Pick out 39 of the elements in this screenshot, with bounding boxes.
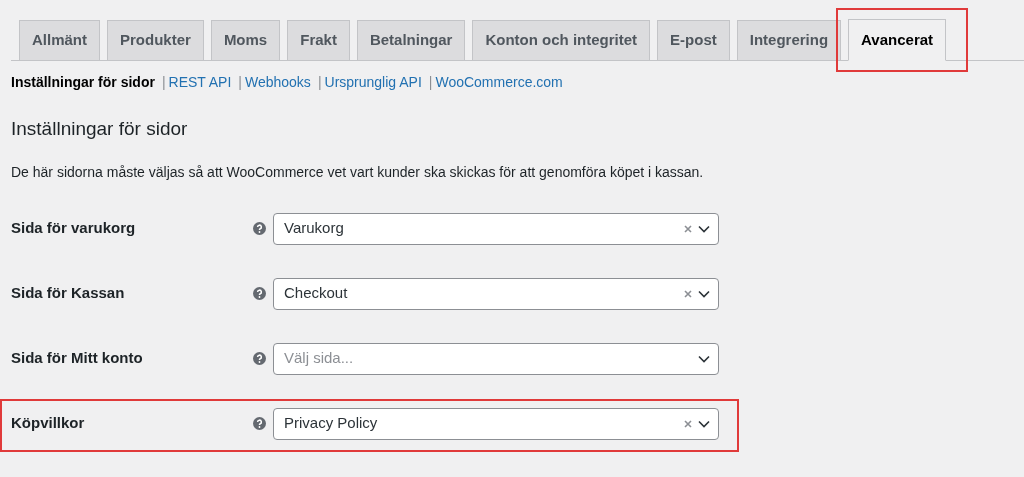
subsection-link[interactable]: Webhooks	[244, 71, 311, 93]
page-select[interactable]: Privacy Policy	[273, 407, 719, 440]
settings-tab[interactable]: Produkter	[107, 20, 204, 60]
setting-label: Köpvillkor	[11, 413, 86, 434]
setting-label: Sida för Kassan	[11, 283, 126, 304]
subsection-link[interactable]: Inställningar för sidor	[11, 71, 155, 93]
subsection-link[interactable]: WooCommerce.com	[435, 71, 563, 93]
settings-tab[interactable]: Integrering	[736, 20, 842, 60]
separator: |	[238, 72, 242, 92]
settings-tab[interactable]: Konton och integritet	[472, 20, 651, 60]
settings-tab[interactable]: E-post	[657, 20, 730, 60]
subsection-link[interactable]: Ursprunglig API	[324, 71, 422, 93]
chevron-down-icon	[698, 354, 710, 363]
chevron-down-icon	[698, 224, 710, 233]
page-select[interactable]: Varukorg	[273, 212, 719, 245]
help-icon[interactable]	[253, 222, 266, 235]
section-heading: Inställningar för sidor	[11, 117, 189, 141]
chevron-down-icon	[698, 289, 710, 298]
separator: |	[161, 72, 166, 92]
description: De här sidorna måste väljas så att WooCommerce vet vart kunder ska skickas för att genomföra köpet i kassan.	[11, 162, 705, 182]
settings-tab[interactable]: Moms	[210, 20, 281, 60]
clear-icon[interactable]	[684, 289, 692, 298]
clear-icon[interactable]	[684, 224, 692, 233]
settings-tab[interactable]: Betalningar	[356, 20, 466, 60]
settings-tab[interactable]: Frakt	[287, 20, 350, 60]
page-select[interactable]: Checkout	[273, 277, 719, 310]
separator: |	[317, 72, 322, 92]
settings-tab[interactable]: Avancerat	[848, 19, 947, 61]
clear-icon[interactable]	[684, 419, 692, 428]
separator: |	[428, 72, 433, 92]
settings-tab[interactable]: Allmänt	[19, 20, 100, 60]
subsection-link[interactable]: REST API	[168, 71, 232, 93]
page-select[interactable]: Välj sida...	[273, 342, 719, 375]
setting-label: Sida för varukorg	[11, 218, 137, 239]
help-icon[interactable]	[253, 417, 266, 430]
help-icon[interactable]	[253, 352, 266, 365]
setting-label: Sida för Mitt konto	[11, 348, 144, 369]
chevron-down-icon	[698, 419, 710, 428]
help-icon[interactable]	[253, 287, 266, 300]
